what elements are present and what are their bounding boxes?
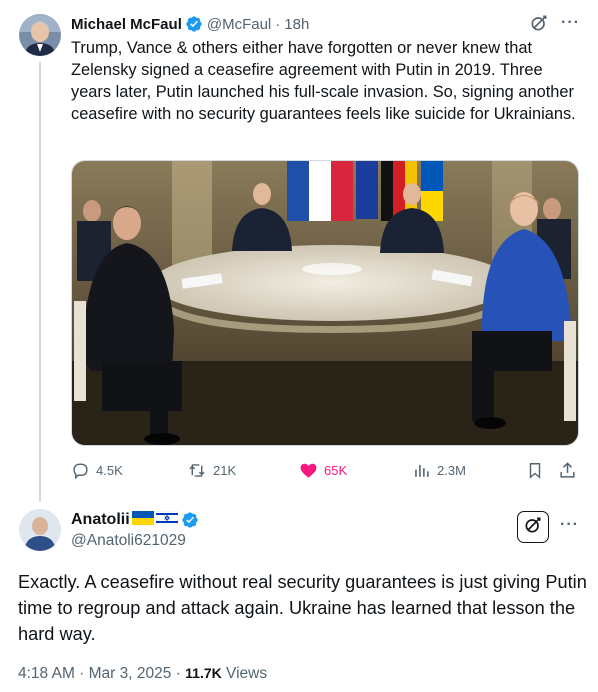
more-icon[interactable]: ··· (560, 516, 579, 534)
tweet-main[interactable]: Michael McFaul @McFaul · 18h ··· Trump, … (0, 0, 598, 502)
reply-avatar[interactable] (19, 509, 61, 551)
reply-meta: 4:18 AM · Mar 3, 2025 · 11.7K Views (18, 665, 267, 683)
timestamp[interactable]: 18h (284, 16, 309, 33)
reply-icon (71, 461, 90, 480)
repost-count: 21K (213, 463, 237, 478)
like-button[interactable]: 65K (299, 461, 347, 480)
grok-icon (523, 515, 543, 540)
israel-flag-icon (155, 510, 178, 530)
separator-dot: · (275, 15, 281, 33)
verified-badge-icon (185, 15, 203, 33)
like-count: 65K (324, 463, 348, 478)
avatar[interactable] (19, 14, 61, 56)
views-count: 2.3M (437, 463, 466, 478)
share-icon (558, 461, 577, 480)
reply-button[interactable]: 4.5K (71, 461, 123, 480)
tweet-top-actions: ··· (529, 13, 580, 33)
views-button[interactable]: 2.3M (412, 461, 466, 480)
reply-timestamp[interactable]: 4:18 AM · Mar 3, 2025 · (18, 665, 185, 682)
author-name[interactable]: Michael McFaul (71, 16, 182, 33)
reply-author-handle[interactable]: @Anatoli621029 (71, 532, 186, 550)
author-handle[interactable]: @McFaul (207, 16, 271, 33)
reply-author: Anatolii (71, 510, 199, 530)
tweet-text: Trump, Vance & others either have forgot… (71, 39, 576, 123)
grok-icon[interactable] (529, 13, 549, 33)
repost-button[interactable]: 21K (187, 461, 236, 480)
bookmark-button[interactable] (526, 461, 544, 480)
like-icon (299, 461, 318, 480)
bookmark-icon (526, 461, 544, 480)
reply-count: 4.5K (96, 463, 123, 478)
repost-icon (187, 461, 207, 480)
views-icon (412, 461, 431, 480)
tweet-header: Michael McFaul @McFaul · 18h (71, 14, 309, 34)
reply-text: Exactly. A ceasefire without real securi… (18, 572, 587, 644)
tweet-photo[interactable] (71, 160, 579, 446)
tweet-action-bar: 4.5K 21K 65K 2.3M (71, 461, 583, 481)
verified-badge-icon (181, 511, 199, 529)
reply-views-count: 11.7K (185, 665, 222, 681)
grok-button[interactable] (517, 511, 549, 543)
share-button[interactable] (558, 461, 577, 480)
thread-line (39, 62, 41, 502)
reply-author-name[interactable]: Anatolii (71, 511, 130, 529)
reply-views-label: Views (221, 665, 268, 682)
more-icon[interactable]: ··· (561, 14, 580, 32)
ukraine-flag-icon (131, 510, 154, 530)
